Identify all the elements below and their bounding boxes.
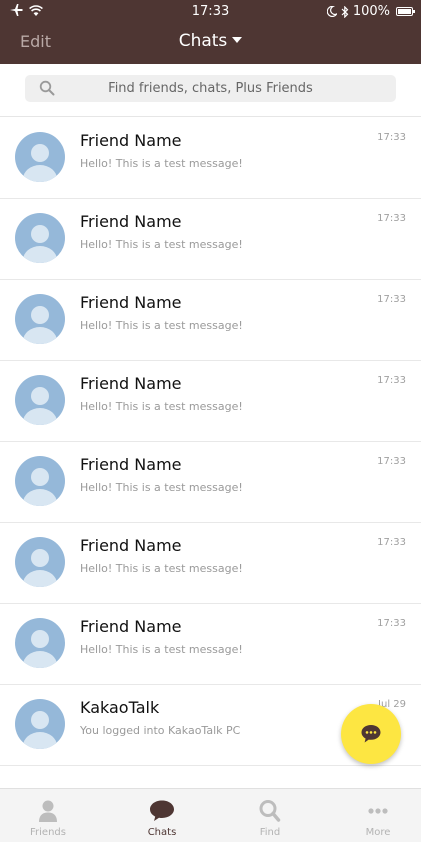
avatar [15,699,65,749]
avatar-body [23,732,57,749]
tab-label: Friends [30,827,66,838]
chat-name: Friend Name [80,131,182,150]
avatar-head [31,387,49,405]
chat-last-message: Hello! This is a test message! [80,643,243,656]
chat-timestamp: 17:33 [377,132,406,143]
chat-bubble-icon [361,725,381,743]
chat-list-item[interactable]: Friend Name Hello! This is a test message… [0,523,421,604]
avatar-body [23,489,57,506]
chat-name: Friend Name [80,374,182,393]
chat-name: Friend Name [80,455,182,474]
avatar-head [31,468,49,486]
avatar-body [23,327,57,344]
avatar [15,375,65,425]
chat-timestamp: 17:33 [377,537,406,548]
status-bar: 17:33 100% [0,0,421,24]
chat-last-message: You logged into KakaoTalk PC [80,724,241,737]
tab-friends[interactable]: Friends [0,789,96,842]
chat-list-item[interactable]: Friend Name Hello! This is a test message… [0,118,421,199]
avatar-head [31,549,49,567]
avatar [15,294,65,344]
chat-name: Friend Name [80,212,182,231]
chat-list-item[interactable]: Friend Name Hello! This is a test message… [0,199,421,280]
avatar [15,213,65,263]
battery-icon [396,7,415,16]
chat-timestamp: 17:33 [377,456,406,467]
chat-name: KakaoTalk [80,698,160,717]
tab-find[interactable]: Find [222,789,318,842]
avatar [15,618,65,668]
search-icon [259,800,281,822]
chat-list-item[interactable]: Friend Name Hello! This is a test message… [0,604,421,685]
chat-list-item[interactable]: Friend Name Hello! This is a test message… [0,361,421,442]
status-right-icons: 100% [326,4,415,19]
chat-timestamp: 17:33 [377,213,406,224]
tab-label: More [365,827,391,838]
chat-timestamp: 17:33 [377,294,406,305]
search-input[interactable]: Find friends, chats, Plus Friends [25,75,396,102]
avatar-head [31,630,49,648]
battery-percent: 100% [352,4,390,19]
tab-label: Chats [147,827,177,838]
avatar [15,456,65,506]
avatar-body [23,246,57,263]
chat-list-item[interactable]: Friend Name Hello! This is a test message… [0,280,421,361]
avatar-head [31,711,49,729]
tab-label: Find [259,827,281,838]
avatar-head [31,144,49,162]
chat-name: Friend Name [80,536,182,555]
chat-timestamp: 17:33 [377,375,406,386]
moon-icon [326,6,337,17]
chat-name: Friend Name [80,293,182,312]
search-placeholder: Find friends, chats, Plus Friends [108,81,313,96]
chats-title-dropdown[interactable]: Chats [0,31,421,51]
bluetooth-icon [341,5,349,18]
chat-last-message: Hello! This is a test message! [80,319,243,332]
avatar-body [23,165,57,182]
avatar-head [31,306,49,324]
tab-bar: Friends Chats Find More [0,788,421,842]
tab-more[interactable]: More [330,789,421,842]
chat-list: Friend Name Hello! This is a test message… [0,118,421,766]
search-area: Find friends, chats, Plus Friends [0,64,421,117]
new-chat-button[interactable] [341,704,401,764]
avatar-body [23,651,57,668]
chat-last-message: Hello! This is a test message! [80,562,243,575]
avatar [15,537,65,587]
app-header: Edit Chats [0,24,421,64]
person-icon [39,800,57,822]
chat-timestamp: 17:33 [377,618,406,629]
avatar-head [31,225,49,243]
chat-last-message: Hello! This is a test message! [80,400,243,413]
more-dots-icon [368,808,388,814]
page-title: Chats [178,31,228,51]
avatar-body [23,570,57,587]
chat-last-message: Hello! This is a test message! [80,157,243,170]
avatar-body [23,408,57,425]
chat-list-item[interactable]: Friend Name Hello! This is a test message… [0,442,421,523]
chat-bubble-icon [150,800,174,821]
avatar [15,132,65,182]
chat-last-message: Hello! This is a test message! [80,481,243,494]
caret-down-icon [232,37,243,43]
tab-chats[interactable]: Chats [114,789,210,842]
chat-last-message: Hello! This is a test message! [80,238,243,251]
chat-name: Friend Name [80,617,182,636]
